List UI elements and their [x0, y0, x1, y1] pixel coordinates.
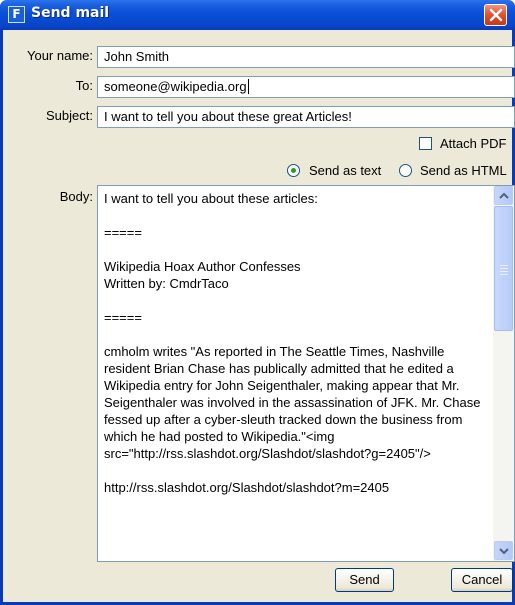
send-as-html-radio[interactable]: [399, 164, 412, 177]
attach-pdf-checkbox[interactable]: [419, 137, 432, 150]
subject-field[interactable]: I want to tell you about these great Art…: [97, 106, 515, 128]
send-as-text-label[interactable]: Send as text: [309, 163, 381, 179]
subject-value: I want to tell you about these great Art…: [104, 109, 352, 124]
to-label: To:: [75, 78, 93, 93]
scroll-up-arrow-icon: [499, 192, 509, 199]
title-bar[interactable]: F Send mail: [0, 0, 515, 30]
name-field[interactable]: John Smith: [97, 46, 515, 68]
close-icon: [489, 8, 503, 22]
close-button[interactable]: [484, 4, 507, 26]
name-value: John Smith: [104, 49, 170, 64]
to-field[interactable]: someone@wikipedia.org: [97, 76, 515, 98]
app-logo-icon: F: [8, 6, 25, 23]
scroll-down-arrow-icon: [499, 548, 509, 555]
send-as-text-radio[interactable]: [287, 164, 300, 177]
body-text: I want to tell you about these articles:…: [104, 191, 481, 495]
attach-pdf-label[interactable]: Attach PDF: [440, 136, 506, 152]
subject-label: Subject:: [46, 108, 93, 123]
scroll-up-button[interactable]: [494, 186, 513, 205]
to-value: someone@wikipedia.org: [104, 79, 247, 94]
body-label: Body:: [59, 189, 93, 204]
send-mail-dialog: F Send mail Your name: John Smith To: so…: [0, 0, 515, 605]
cancel-button[interactable]: Cancel: [451, 568, 513, 592]
grip-line: [500, 274, 508, 275]
grip-line: [500, 268, 508, 269]
send-as-html-label[interactable]: Send as HTML: [420, 163, 507, 179]
body-textarea[interactable]: I want to tell you about these articles:…: [97, 185, 515, 562]
scroll-thumb[interactable]: [494, 206, 513, 331]
body-scrollbar[interactable]: [493, 186, 514, 561]
grip-line: [500, 271, 508, 272]
name-label: Your name:: [26, 48, 93, 63]
send-button[interactable]: Send: [335, 568, 394, 592]
grip-line: [500, 265, 508, 266]
scroll-down-button[interactable]: [494, 541, 513, 560]
text-cursor: [247, 79, 249, 94]
window-title: Send mail: [31, 5, 110, 21]
